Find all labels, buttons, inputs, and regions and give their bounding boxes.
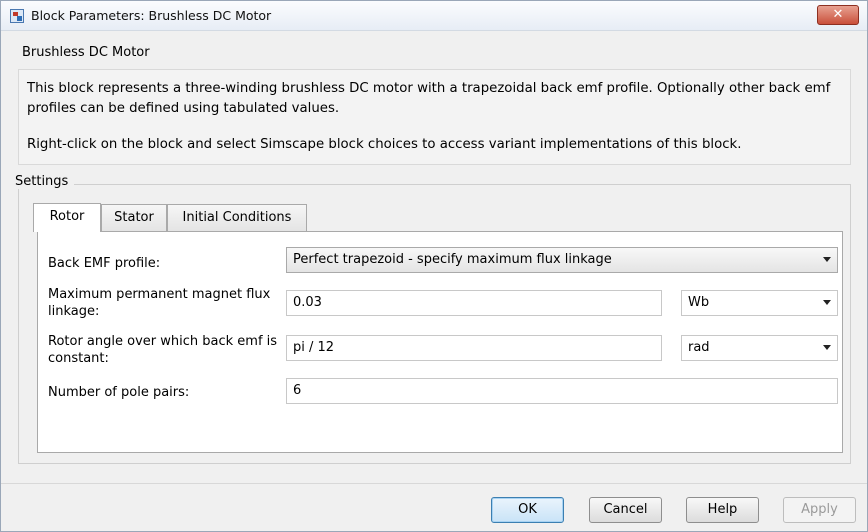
max-flux-linkage-unit-select[interactable]: Wb: [681, 290, 838, 316]
close-button[interactable]: ✕: [817, 5, 859, 25]
block-parameters-dialog: Block Parameters: Brushless DC Motor ✕ B…: [0, 0, 868, 532]
description-box: This block represents a three-winding br…: [18, 69, 851, 165]
title-bar[interactable]: Block Parameters: Brushless DC Motor ✕: [1, 1, 867, 31]
chevron-down-icon: [823, 257, 831, 262]
pole-pairs-input[interactable]: 6: [286, 378, 838, 404]
tab-stator[interactable]: Stator: [101, 204, 167, 231]
ok-button[interactable]: OK: [491, 497, 564, 523]
apply-button[interactable]: Apply: [783, 497, 856, 523]
description-text: This block represents a three-winding br…: [27, 81, 831, 116]
window-title: Block Parameters: Brushless DC Motor: [31, 8, 272, 23]
tab-initial-conditions[interactable]: Initial Conditions: [167, 204, 307, 231]
back-emf-profile-select[interactable]: Perfect trapezoid - specify maximum flux…: [286, 247, 838, 273]
footer-separator: [1, 483, 867, 484]
rotor-angle-label: Rotor angle over which back emf is const…: [48, 334, 278, 366]
rotor-angle-unit-select[interactable]: rad: [681, 335, 838, 361]
cancel-button[interactable]: Cancel: [589, 497, 662, 523]
block-name: Brushless DC Motor: [22, 45, 150, 60]
settings-label: Settings: [9, 174, 75, 189]
pole-pairs-label: Number of pole pairs:: [48, 385, 190, 400]
max-flux-linkage-input[interactable]: 0.03: [286, 290, 662, 316]
close-icon: ✕: [832, 7, 844, 22]
tab-rotor[interactable]: Rotor: [33, 203, 101, 232]
variant-hint-text: Right-click on the block and select Sims…: [27, 137, 742, 152]
rotor-angle-unit: rad: [688, 340, 710, 355]
rotor-angle-input[interactable]: pi / 12: [286, 335, 662, 361]
back-emf-profile-value: Perfect trapezoid - specify maximum flux…: [293, 252, 612, 267]
help-button[interactable]: Help: [686, 497, 759, 523]
simulink-block-icon: [10, 9, 24, 23]
block-description-group: Brushless DC Motor This block represents…: [18, 38, 851, 165]
max-flux-linkage-unit: Wb: [688, 295, 710, 310]
max-flux-linkage-label: Maximum permanent magnet flux linkage:: [48, 287, 271, 319]
chevron-down-icon: [823, 345, 831, 350]
back-emf-profile-label: Back EMF profile:: [48, 256, 161, 271]
chevron-down-icon: [823, 300, 831, 305]
